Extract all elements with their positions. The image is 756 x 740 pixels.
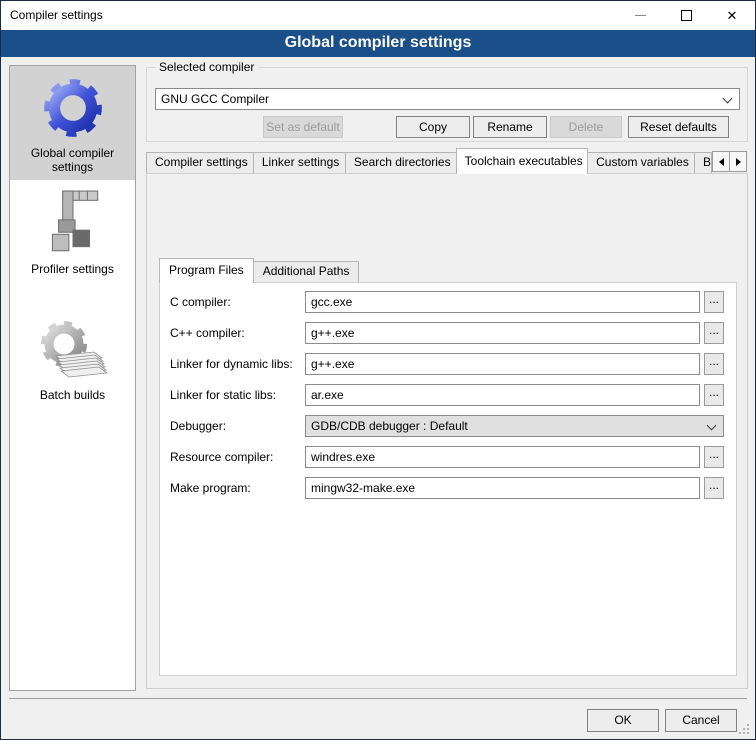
debugger-select-value: GDB/CDB debugger : Default (311, 419, 468, 433)
linker-for-static-libs-input[interactable]: ar.exe (305, 384, 700, 406)
c-compiler-browse-button[interactable]: ... (704, 291, 724, 313)
stacked-gear-icon (14, 316, 131, 384)
gear-icon (14, 74, 131, 142)
titlebar[interactable]: Compiler settings ✕ (1, 1, 755, 30)
c-compiler-browse-button[interactable]: ... (704, 322, 724, 344)
cancel-button[interactable]: Cancel (665, 709, 737, 732)
copy-button[interactable]: Copy (396, 116, 470, 138)
close-button[interactable]: ✕ (709, 1, 755, 30)
subtab-additional-paths[interactable]: Additional Paths (253, 261, 360, 282)
make-program-input[interactable]: mingw32-make.exe (305, 477, 700, 499)
field-label-debugger: Debugger: (170, 415, 226, 437)
main-tab-strip: Compiler settingsLinker settingsSearch d… (146, 148, 712, 174)
field-label-make-program: Make program: (170, 477, 251, 499)
footer-divider (9, 698, 747, 699)
debugger-select[interactable]: GDB/CDB debugger : Default (305, 415, 724, 437)
maximize-icon (681, 10, 692, 21)
field-label-c-compiler: C++ compiler: (170, 322, 245, 344)
compiler-settings-dialog: Compiler settings ✕ Global compiler sett… (0, 0, 756, 740)
maximize-button[interactable] (663, 1, 709, 30)
tab-compiler-settings[interactable]: Compiler settings (146, 152, 254, 173)
rename-button[interactable]: Rename (473, 116, 547, 138)
close-icon: ✕ (727, 9, 738, 22)
sidebar-item-profiler-settings[interactable]: Profiler settings (10, 182, 135, 282)
chevron-down-icon (707, 421, 717, 431)
chevron-down-icon (723, 94, 733, 104)
minimize-icon (635, 15, 646, 16)
c-compiler-value: gcc.exe (311, 295, 352, 309)
arrow-right-icon (736, 158, 741, 166)
sidebar-item-global-compiler-settings[interactable]: Global compiler settings (10, 66, 135, 180)
tab-build-options[interactable]: Build options (694, 152, 712, 173)
tab-scroll-arrows (712, 151, 747, 172)
selected-compiler-group-label: Selected compiler (155, 60, 258, 74)
make-program-value: mingw32-make.exe (311, 481, 415, 495)
set-as-default-button: Set as default (263, 116, 343, 138)
tab-custom-variables[interactable]: Custom variables (587, 152, 695, 173)
window-controls: ✕ (617, 1, 755, 30)
sidebar-item-batch-builds[interactable]: Batch builds (10, 308, 135, 408)
sub-tab-strip: Program FilesAdditional Paths (159, 258, 359, 283)
c-compiler-value: g++.exe (311, 326, 354, 340)
sidebar-item-label: Profiler settings (14, 262, 131, 276)
field-label-c-compiler: C compiler: (170, 291, 231, 313)
delete-button: Delete (550, 116, 622, 138)
tab-scroll-right-button[interactable] (729, 151, 747, 172)
resource-compiler-value: windres.exe (311, 450, 375, 464)
ok-button[interactable]: OK (587, 709, 659, 732)
c-compiler-input[interactable]: g++.exe (305, 322, 700, 344)
field-label-resource-compiler: Resource compiler: (170, 446, 273, 468)
resource-compiler-input[interactable]: windres.exe (305, 446, 700, 468)
tab-linker-settings[interactable]: Linker settings (253, 152, 346, 173)
resource-compiler-browse-button[interactable]: ... (704, 446, 724, 468)
tab-search-directories[interactable]: Search directories (345, 152, 457, 173)
arrow-left-icon (719, 158, 724, 166)
linker-for-static-libs-value: ar.exe (311, 388, 344, 402)
page-title: Global compiler settings (1, 30, 755, 57)
sidebar-item-label: Global compiler settings (14, 146, 131, 174)
sidebar-item-label: Batch builds (14, 388, 131, 402)
linker-for-dynamic-libs-value: g++.exe (311, 357, 354, 371)
field-label-linker-for-static-libs: Linker for static libs: (170, 384, 276, 406)
compiler-select-value: GNU GCC Compiler (161, 92, 269, 106)
caliper-icon (14, 190, 131, 258)
sidebar: Global compiler settings Profiler setting… (9, 65, 136, 691)
subtab-program-files[interactable]: Program Files (159, 258, 254, 283)
linker-for-static-libs-browse-button[interactable]: ... (704, 384, 724, 406)
compiler-select[interactable]: GNU GCC Compiler (155, 88, 740, 110)
make-program-browse-button[interactable]: ... (704, 477, 724, 499)
window-title: Compiler settings (10, 1, 103, 30)
linker-for-dynamic-libs-input[interactable]: g++.exe (305, 353, 700, 375)
program-files-page: C compiler: gcc.exe... C++ compiler: g++.ex… (159, 282, 737, 676)
linker-for-dynamic-libs-browse-button[interactable]: ... (704, 353, 724, 375)
reset-defaults-button[interactable]: Reset defaults (628, 116, 729, 138)
tab-toolchain-executables[interactable]: Toolchain executables (456, 148, 588, 174)
resize-grip[interactable] (739, 732, 741, 734)
field-label-linker-for-dynamic-libs: Linker for dynamic libs: (170, 353, 293, 375)
tab-scroll-left-button[interactable] (712, 151, 730, 172)
minimize-button[interactable] (617, 1, 663, 30)
c-compiler-input[interactable]: gcc.exe (305, 291, 700, 313)
